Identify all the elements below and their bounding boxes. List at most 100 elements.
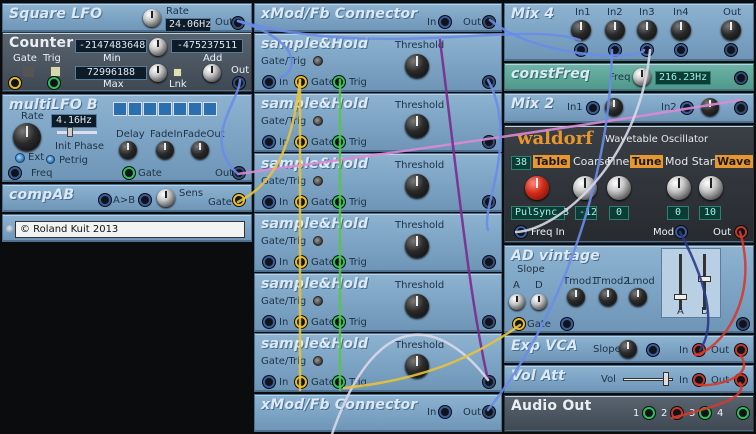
decay-fader[interactable] xyxy=(703,254,706,310)
slope-d-knob[interactable] xyxy=(531,294,547,310)
sh-in-jack[interactable] xyxy=(263,136,275,148)
lnk-button[interactable] xyxy=(173,68,182,77)
vca-in-jack[interactable] xyxy=(693,344,705,356)
vol-in-jack[interactable] xyxy=(693,374,705,386)
xmod-out-jack[interactable] xyxy=(483,406,495,418)
gatetrig-led[interactable] xyxy=(313,116,323,126)
lfo-out-jack[interactable] xyxy=(233,167,245,179)
sh-in-jack[interactable] xyxy=(263,316,275,328)
vca-ctrl-jack[interactable] xyxy=(647,344,659,356)
ext-led[interactable] xyxy=(15,153,25,163)
mix2-out-jack[interactable] xyxy=(735,102,747,114)
audio-out-3-jack[interactable] xyxy=(699,407,711,419)
vca-out-jack[interactable] xyxy=(735,344,747,356)
init-phase-handle[interactable] xyxy=(67,127,73,137)
sh-out-jack[interactable] xyxy=(483,316,495,328)
gatetrig-led[interactable] xyxy=(313,236,323,246)
waldorf-mod-jack[interactable] xyxy=(675,226,687,238)
compab-b-jack[interactable] xyxy=(139,194,151,206)
square-lfo-out-jack[interactable] xyxy=(232,17,244,29)
fine-knob[interactable] xyxy=(607,176,631,200)
compab-gate-jack[interactable] xyxy=(233,194,245,206)
counter-out-jack[interactable] xyxy=(233,77,245,89)
mix4-in1-jack[interactable] xyxy=(575,44,587,56)
threshold-knob[interactable] xyxy=(405,234,429,258)
sh-trig-jack[interactable] xyxy=(333,376,345,388)
wave-pulse-icon[interactable] xyxy=(203,102,217,116)
sh-in-jack[interactable] xyxy=(263,376,275,388)
mix-out-knob[interactable] xyxy=(721,20,741,40)
mix4-in3-jack[interactable] xyxy=(641,44,653,56)
ad-gate-jack[interactable] xyxy=(513,318,525,330)
threshold-knob[interactable] xyxy=(405,354,429,378)
mix-level-1-knob[interactable] xyxy=(571,20,591,40)
wave-triangle-icon[interactable] xyxy=(128,102,142,116)
audio-out-4-jack[interactable] xyxy=(737,407,749,419)
gatetrig-led[interactable] xyxy=(313,356,323,366)
constfreq-out-jack[interactable] xyxy=(735,72,747,84)
wave-sine-icon[interactable] xyxy=(113,102,127,116)
sh-in-jack[interactable] xyxy=(263,256,275,268)
trig-button[interactable] xyxy=(50,66,61,77)
mix2-level-1-knob[interactable] xyxy=(605,98,623,116)
petrig-led[interactable] xyxy=(46,155,55,164)
mix-level-3-knob[interactable] xyxy=(637,20,657,40)
wave-knob[interactable] xyxy=(699,176,723,200)
threshold-knob[interactable] xyxy=(405,294,429,318)
ad-out-jack[interactable] xyxy=(737,318,749,330)
mix-level-4-knob[interactable] xyxy=(671,20,691,40)
fadeout-knob[interactable] xyxy=(191,141,209,159)
sh-gate-jack[interactable] xyxy=(295,76,307,88)
compab-a-jack[interactable] xyxy=(99,194,111,206)
waldorf-out-jack[interactable] xyxy=(735,226,747,238)
slope-a-knob[interactable] xyxy=(509,294,525,310)
wave-random-icon[interactable] xyxy=(188,102,202,116)
sh-trig-jack[interactable] xyxy=(333,76,345,88)
wave-square-icon[interactable] xyxy=(143,102,157,116)
sh-gate-jack[interactable] xyxy=(295,376,307,388)
max-knob[interactable] xyxy=(149,64,167,82)
sh-gate-jack[interactable] xyxy=(295,316,307,328)
mix4-in2-jack[interactable] xyxy=(609,44,621,56)
counter-trig-jack[interactable] xyxy=(48,77,60,89)
sh-in-jack[interactable] xyxy=(263,196,275,208)
decay-fader-handle[interactable] xyxy=(698,276,711,282)
sh-trig-jack[interactable] xyxy=(333,196,345,208)
sh-in-jack[interactable] xyxy=(263,76,275,88)
tmod1-knob[interactable] xyxy=(567,288,585,306)
sh-gate-jack[interactable] xyxy=(295,196,307,208)
xmod-in-jack[interactable] xyxy=(439,16,451,28)
gatetrig-led[interactable] xyxy=(313,296,323,306)
coarse-knob[interactable] xyxy=(573,176,597,200)
sh-trig-jack[interactable] xyxy=(333,316,345,328)
threshold-knob[interactable] xyxy=(405,54,429,78)
tmod2-knob[interactable] xyxy=(599,288,617,306)
constfreq-knob[interactable] xyxy=(633,68,651,86)
init-phase-slider[interactable] xyxy=(57,131,97,134)
waveform-selector[interactable] xyxy=(113,101,223,117)
lfo-gate-jack[interactable] xyxy=(123,167,135,179)
table-knob[interactable] xyxy=(525,176,549,200)
counter-gate-jack[interactable] xyxy=(9,77,21,89)
sh-gate-jack[interactable] xyxy=(295,256,307,268)
threshold-knob[interactable] xyxy=(405,174,429,198)
sh-gate-jack[interactable] xyxy=(295,136,307,148)
mix-level-2-knob[interactable] xyxy=(605,20,625,40)
sh-trig-jack[interactable] xyxy=(333,136,345,148)
gatetrig-led[interactable] xyxy=(313,176,323,186)
sh-trig-jack[interactable] xyxy=(333,256,345,268)
wave-ramp-icon[interactable] xyxy=(173,102,187,116)
sh-out-jack[interactable] xyxy=(483,256,495,268)
audio-out-1-jack[interactable] xyxy=(643,407,655,419)
mix4-out-jack[interactable] xyxy=(725,44,737,56)
xmod-in-jack[interactable] xyxy=(439,406,451,418)
ad-tmod-jack[interactable] xyxy=(561,318,573,330)
delay-knob[interactable] xyxy=(119,141,137,159)
rate-knob[interactable] xyxy=(143,9,161,27)
lfo-rate-knob[interactable] xyxy=(13,123,41,151)
sh-out-jack[interactable] xyxy=(483,76,495,88)
threshold-knob[interactable] xyxy=(405,114,429,138)
lmod-knob[interactable] xyxy=(629,288,647,306)
sh-out-jack[interactable] xyxy=(483,376,495,388)
lfo-freq-jack[interactable] xyxy=(9,167,21,179)
